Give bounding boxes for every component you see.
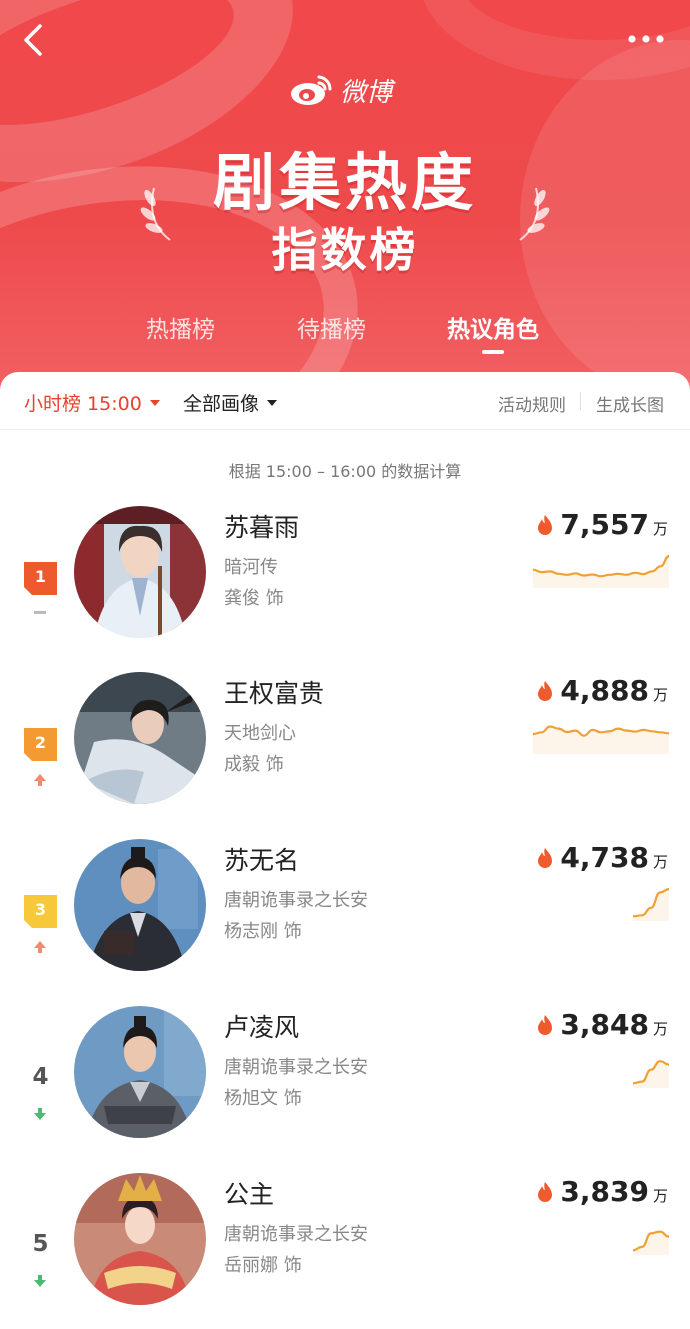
avatar[interactable] <box>74 672 206 804</box>
drama-name: 唐朝诡事录之长安 <box>224 1057 368 1078</box>
heat-value: 3,848 <box>560 1008 649 1041</box>
ranking-row[interactable]: 3 苏无名 唐朝诡事录之长安 杨志刚 饰 4,738 万 <box>0 835 690 995</box>
heat-value: 7,557 <box>560 508 649 541</box>
filter-bar: 小时榜 15:00 全部画像 活动规则 生成长图 <box>0 372 690 430</box>
heat-trend-sparkline <box>533 555 669 588</box>
profile-filter-dropdown[interactable]: 全部画像 <box>183 389 278 416</box>
ranking-row[interactable]: 5 公主 唐朝诡事录之长安 岳丽娜 饰 3,839 万 <box>0 1169 690 1329</box>
weibo-brand: 微博 <box>288 72 392 108</box>
heat-value: 4,738 <box>560 841 649 874</box>
role-name: 卢凌风 <box>224 1013 300 1042</box>
rank-badge: 3 <box>24 895 57 928</box>
trend-down-icon <box>31 1106 49 1120</box>
caret-down-icon <box>149 399 160 406</box>
avatar[interactable] <box>74 1173 206 1305</box>
role-name: 苏无名 <box>224 846 300 875</box>
page-subtitle: 指数榜 <box>271 223 419 277</box>
actor-name: 成毅 饰 <box>224 754 284 775</box>
chevron-left-icon <box>24 24 42 56</box>
heat-value: 3,839 <box>560 1175 649 1208</box>
flame-icon <box>538 680 553 701</box>
more-dots-icon <box>628 35 664 43</box>
flame-icon <box>538 1181 553 1202</box>
rank-number: 1 <box>34 567 47 586</box>
heat-trend-sparkline <box>533 725 669 754</box>
heat-index: 4,888 万 <box>536 674 668 707</box>
hour-list-label: 小时榜 15:00 <box>24 393 142 415</box>
rank-number: 2 <box>34 733 47 752</box>
back-button[interactable] <box>18 22 52 56</box>
trend-up-icon <box>31 939 49 953</box>
heat-unit: 万 <box>652 1187 668 1205</box>
tab-upcoming[interactable]: 待播榜 <box>297 310 366 344</box>
profile-filter-label: 全部画像 <box>183 393 260 415</box>
drama-name: 天地剑心 <box>224 723 296 744</box>
flame-icon <box>538 847 553 868</box>
caret-down-icon <box>267 399 278 406</box>
active-tab-indicator <box>482 350 504 354</box>
role-name: 王权富贵 <box>224 679 325 708</box>
rank-badge: 2 <box>24 728 57 761</box>
trend-down-icon <box>31 1273 49 1287</box>
flame-icon <box>538 514 553 535</box>
heat-unit: 万 <box>652 686 668 704</box>
page-title: 剧集热度 <box>212 146 477 219</box>
heat-trend-sparkline <box>632 888 669 921</box>
rank-number: 4 <box>32 1064 49 1090</box>
calculation-note: 根据 15:00 – 16:00 的数据计算 <box>228 462 462 481</box>
role-name: 公主 <box>224 1180 275 1209</box>
actor-name: 龚俊 饰 <box>224 588 284 609</box>
drama-name: 唐朝诡事录之长安 <box>224 1224 368 1245</box>
avatar[interactable] <box>74 1006 206 1138</box>
rank-number: 3 <box>34 900 47 919</box>
sparkline-line <box>533 555 669 578</box>
heat-unit: 万 <box>652 1020 668 1038</box>
trend-up-icon <box>31 772 49 786</box>
rank-badge: 1 <box>24 562 57 595</box>
heat-index: 7,557 万 <box>536 508 668 541</box>
heat-index: 3,848 万 <box>536 1008 668 1041</box>
heat-unit: 万 <box>652 520 668 538</box>
tab-bar: 热播榜 待播榜 热议角色 <box>0 310 690 360</box>
sparkline-area <box>633 1061 669 1088</box>
heat-trend-sparkline <box>632 1060 669 1088</box>
brand-name: 微博 <box>340 77 393 108</box>
heat-value: 4,888 <box>560 674 649 707</box>
trend-flat-icon <box>31 604 49 618</box>
heat-trend-sparkline <box>632 1230 669 1255</box>
weibo-logo-icon <box>291 75 332 105</box>
activity-rules-link[interactable]: 活动规则 <box>498 391 566 416</box>
tab-hot-roles[interactable]: 热议角色 <box>447 310 539 344</box>
ranking-card: 小时榜 15:00 全部画像 活动规则 生成长图 根据 15:00 – 16:0… <box>0 372 690 1329</box>
heat-index: 3,839 万 <box>536 1175 668 1208</box>
rank-number: 5 <box>32 1231 49 1257</box>
actor-name: 杨志刚 饰 <box>224 921 302 942</box>
drama-name: 唐朝诡事录之长安 <box>224 890 368 911</box>
avatar[interactable] <box>74 839 206 971</box>
actor-name: 岳丽娜 饰 <box>224 1255 302 1276</box>
sparkline-area <box>633 1231 669 1255</box>
hour-list-dropdown[interactable]: 小时榜 15:00 <box>24 389 160 416</box>
avatar[interactable] <box>74 506 206 638</box>
ranking-row[interactable]: 2 王权富贵 天地剑心 成毅 饰 4,888 万 <box>0 668 690 828</box>
tab-hot-airing[interactable]: 热播榜 <box>146 310 215 344</box>
generate-long-image-link[interactable]: 生成长图 <box>596 391 664 416</box>
actor-name: 杨旭文 饰 <box>224 1088 302 1109</box>
header-banner: 微博 剧集热度 指数榜 热播榜 待播榜 热议角色 <box>0 0 690 400</box>
flame-icon <box>538 1014 553 1035</box>
heat-index: 4,738 万 <box>536 841 668 874</box>
ranking-row[interactable]: 4 卢凌风 唐朝诡事录之长安 杨旭文 饰 3,848 万 <box>0 1002 690 1162</box>
heat-unit: 万 <box>652 853 668 871</box>
role-name: 苏暮雨 <box>224 513 300 542</box>
drama-name: 暗河传 <box>224 557 278 578</box>
ranking-row[interactable]: 1 苏暮雨 暗河传 龚俊 饰 7,557 万 <box>0 502 690 662</box>
more-button[interactable] <box>622 24 672 54</box>
divider <box>580 392 581 410</box>
